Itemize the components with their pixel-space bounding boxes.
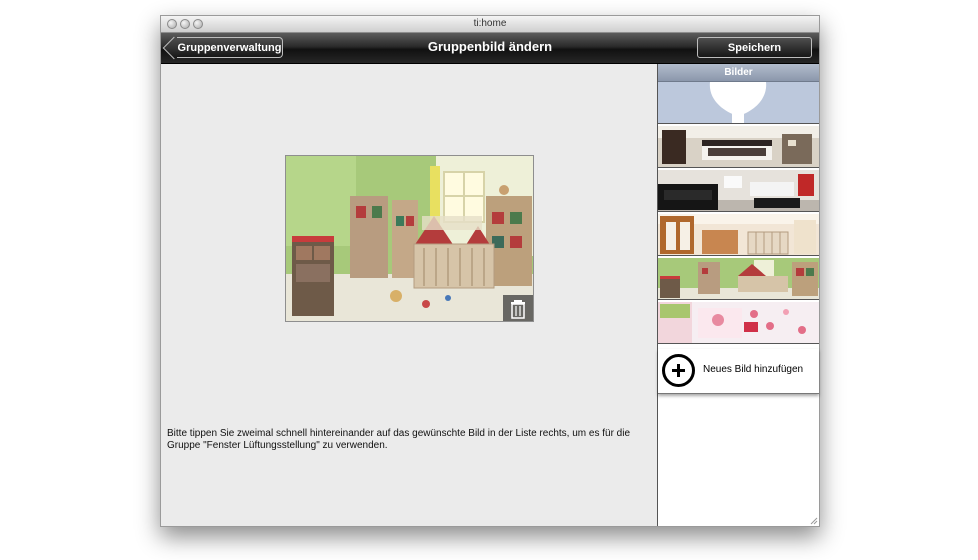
app-window: ti:home Gruppenverwaltung Gruppenbild än… [160,15,820,527]
image-thumbnail-nursery[interactable] [658,258,819,300]
page-title: Gruppenbild ändern [427,39,553,54]
group-image-preview [285,155,534,322]
title-bar: ti:home [161,16,819,33]
delete-image-button[interactable] [503,295,533,321]
girls-room-image [658,302,819,343]
image-list-sidebar: Bilder Neues Bild hinzufügen [658,64,819,526]
navigation-bar: Gruppenverwaltung Gruppenbild ändern Spe… [161,33,819,64]
sidebar-header: Bilder [658,64,819,82]
lamp-image [658,82,819,123]
plus-circle-icon [662,354,695,387]
bedroom-image [658,126,819,167]
image-thumbnail-living-room[interactable] [658,170,819,212]
resize-grip-icon[interactable] [810,517,818,525]
main-content: Bitte tippen Sie zweimal schnell hintere… [161,64,658,526]
back-button[interactable]: Gruppenverwaltung [177,37,283,58]
nursery-image [658,258,819,299]
save-button[interactable]: Speichern [697,37,812,58]
image-thumbnail-girls-room[interactable] [658,302,819,344]
image-thumbnail-kids-room[interactable] [658,214,819,256]
window-title: ti:home [473,18,507,29]
image-thumbnail-bedroom[interactable] [658,126,819,168]
add-image-button[interactable]: Neues Bild hinzufügen [658,349,819,394]
living-room-image [658,170,819,211]
trash-icon [511,300,525,319]
image-thumbnail-lamp[interactable] [658,82,819,124]
add-image-label: Neues Bild hinzufügen [703,364,804,375]
kids-room-image [658,214,819,255]
back-button-label: Gruppenverwaltung [177,42,282,54]
nursery-room-image [286,156,533,321]
instruction-text: Bitte tippen Sie zweimal schnell hintere… [167,428,631,451]
